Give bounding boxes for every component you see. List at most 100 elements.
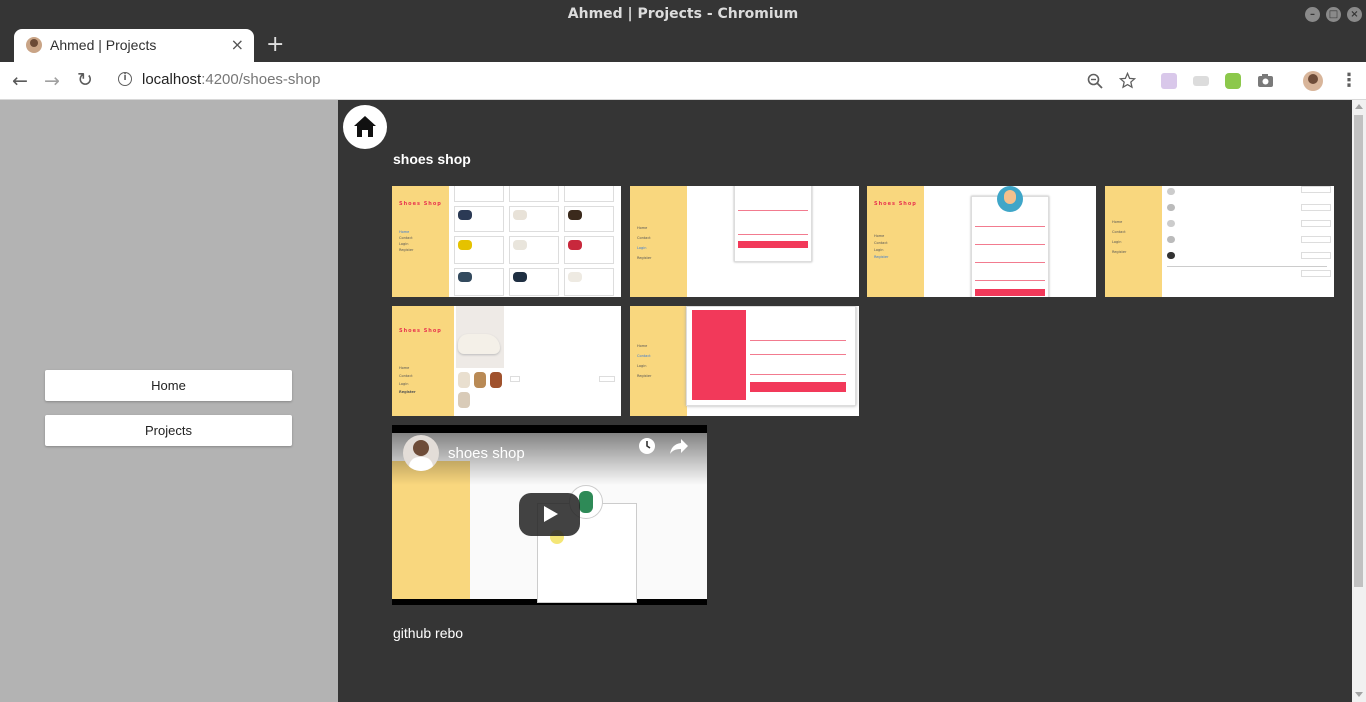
maximize-icon[interactable]: □ <box>1326 7 1341 22</box>
thumb-nav: Contact <box>874 241 888 245</box>
tab-close-icon[interactable]: × <box>231 35 244 54</box>
thumb-field <box>975 280 1045 281</box>
new-tab-button[interactable]: + <box>266 32 284 57</box>
browser-tab[interactable]: Ahmed | Projects × <box>14 29 254 62</box>
shoe-image <box>1167 252 1175 259</box>
thumb-nav: Contact <box>1112 230 1126 234</box>
thumb-avatar-face <box>1004 190 1016 204</box>
scrollbar-thumb[interactable] <box>1354 115 1363 587</box>
shoe-image <box>458 334 500 354</box>
browser-toolbar: ← → ↻ i localhost:4200/shoes-shop ⋮ <box>0 62 1366 100</box>
forward-icon[interactable]: → <box>44 70 60 92</box>
thumb-field <box>975 226 1045 227</box>
bookmark-star-icon[interactable] <box>1119 72 1136 89</box>
thumb-logo: Shoes Shop <box>399 201 442 207</box>
shoe-image <box>568 210 582 220</box>
screenshot-thumbnail[interactable]: Shoes Shop Home Contact Login Register <box>867 186 1096 297</box>
thumb-nav: Login <box>874 248 884 252</box>
screenshot-thumbnail[interactable]: Shoes Shop Home Contact Login Register <box>392 306 621 416</box>
window-titlebar: Ahmed | Projects - Chromium – □ × <box>0 0 1366 28</box>
thumb-button <box>975 289 1045 296</box>
reload-icon[interactable]: ↻ <box>77 69 93 91</box>
thumb-button <box>1301 204 1331 211</box>
thumb-nav: Contact <box>399 374 413 378</box>
thumb-nav: Register <box>637 374 652 378</box>
sidebar: Home Projects <box>0 100 338 702</box>
thumb-card <box>509 186 559 202</box>
thumb-nav: Contact <box>637 354 651 358</box>
thumb-nav: Contact <box>399 236 413 240</box>
home-button[interactable] <box>343 105 387 149</box>
thumb-nav: Home <box>399 230 410 234</box>
thumb-card <box>454 186 504 202</box>
zoom-icon[interactable] <box>1087 73 1103 89</box>
channel-avatar[interactable] <box>403 435 439 471</box>
share-icon[interactable] <box>669 438 689 455</box>
play-button[interactable] <box>519 493 580 536</box>
thumb-field <box>750 374 846 375</box>
scroll-up-icon[interactable] <box>1355 104 1363 109</box>
nodejs-extension-icon[interactable] <box>1225 73 1241 89</box>
address-bar[interactable]: i localhost:4200/shoes-shop <box>106 66 1146 96</box>
thumb-button <box>599 376 615 382</box>
thumb-nav: Register <box>399 390 416 394</box>
shoe-image <box>490 372 502 388</box>
screenshot-thumbnail[interactable]: Shoes Shop Home Contact Login Register <box>392 186 621 297</box>
screenshot-thumbnail[interactable]: Home Contact Login Register <box>630 306 859 416</box>
window-title: Ahmed | Projects - Chromium <box>567 6 799 22</box>
thumb-button <box>738 241 808 248</box>
sidebar-item-projects[interactable]: Projects <box>45 415 292 446</box>
thumb-form <box>734 186 812 262</box>
thumb-button <box>1301 236 1331 243</box>
thumb-nav: Login <box>399 242 409 246</box>
shoe-image <box>1167 220 1175 227</box>
shoe-image <box>458 210 472 220</box>
shoe-image <box>513 272 527 282</box>
page-title: shoes shop <box>393 151 471 167</box>
shoe-image <box>1167 188 1175 195</box>
shoe-image <box>1167 236 1175 243</box>
tab-strip: Ahmed | Projects × + <box>0 28 1366 62</box>
watch-later-icon[interactable] <box>638 437 656 455</box>
shoe-image <box>474 372 486 388</box>
screenshot-thumbnail[interactable]: Home Contact Login Register <box>630 186 859 297</box>
thumb-sidebar <box>630 186 687 297</box>
profile-avatar-icon[interactable] <box>1303 71 1323 91</box>
camera-icon[interactable] <box>1257 73 1274 88</box>
site-info-icon[interactable]: i <box>118 72 132 86</box>
thumb-field <box>975 244 1045 245</box>
thumb-logo: Shoes Shop <box>874 201 917 207</box>
thumb-nav: Register <box>874 255 889 259</box>
thumb-field <box>750 354 846 355</box>
thumb-nav: Home <box>1112 220 1123 224</box>
shoe-image <box>568 240 582 250</box>
extension-2-icon[interactable] <box>1193 76 1209 86</box>
menu-dots-icon[interactable]: ⋮ <box>1340 70 1358 91</box>
shoe-image <box>568 272 582 282</box>
back-icon[interactable]: ← <box>12 70 28 92</box>
close-window-icon[interactable]: × <box>1347 7 1362 22</box>
thumb-button <box>1301 252 1331 259</box>
thumb-button <box>510 376 520 382</box>
scroll-down-icon[interactable] <box>1355 692 1363 697</box>
thumb-sidebar <box>392 306 454 416</box>
shoe-image <box>458 372 470 388</box>
home-icon <box>354 116 376 137</box>
url-text: localhost:4200/shoes-shop <box>142 71 320 88</box>
video-player[interactable]: shoes shop <box>392 425 707 605</box>
sidebar-item-home[interactable]: Home <box>45 370 292 401</box>
minimize-icon[interactable]: – <box>1305 7 1320 22</box>
thumb-nav: Home <box>874 234 885 238</box>
thumb-field <box>750 340 846 341</box>
shoe-image <box>458 240 472 250</box>
extension-1-icon[interactable] <box>1161 73 1177 89</box>
github-link[interactable]: github rebo <box>393 625 463 641</box>
shoe-image <box>1167 204 1175 211</box>
thumb-nav: Login <box>399 382 409 386</box>
video-title[interactable]: shoes shop <box>448 445 525 462</box>
main-content: shoes shop Shoes Shop Home Contact Login… <box>338 100 1352 702</box>
tab-label: Ahmed | Projects <box>50 37 157 53</box>
screenshot-thumbnail[interactable]: Home Contact Login Register <box>1105 186 1334 297</box>
thumb-nav: Contact <box>637 236 651 240</box>
thumb-button <box>1301 220 1331 227</box>
